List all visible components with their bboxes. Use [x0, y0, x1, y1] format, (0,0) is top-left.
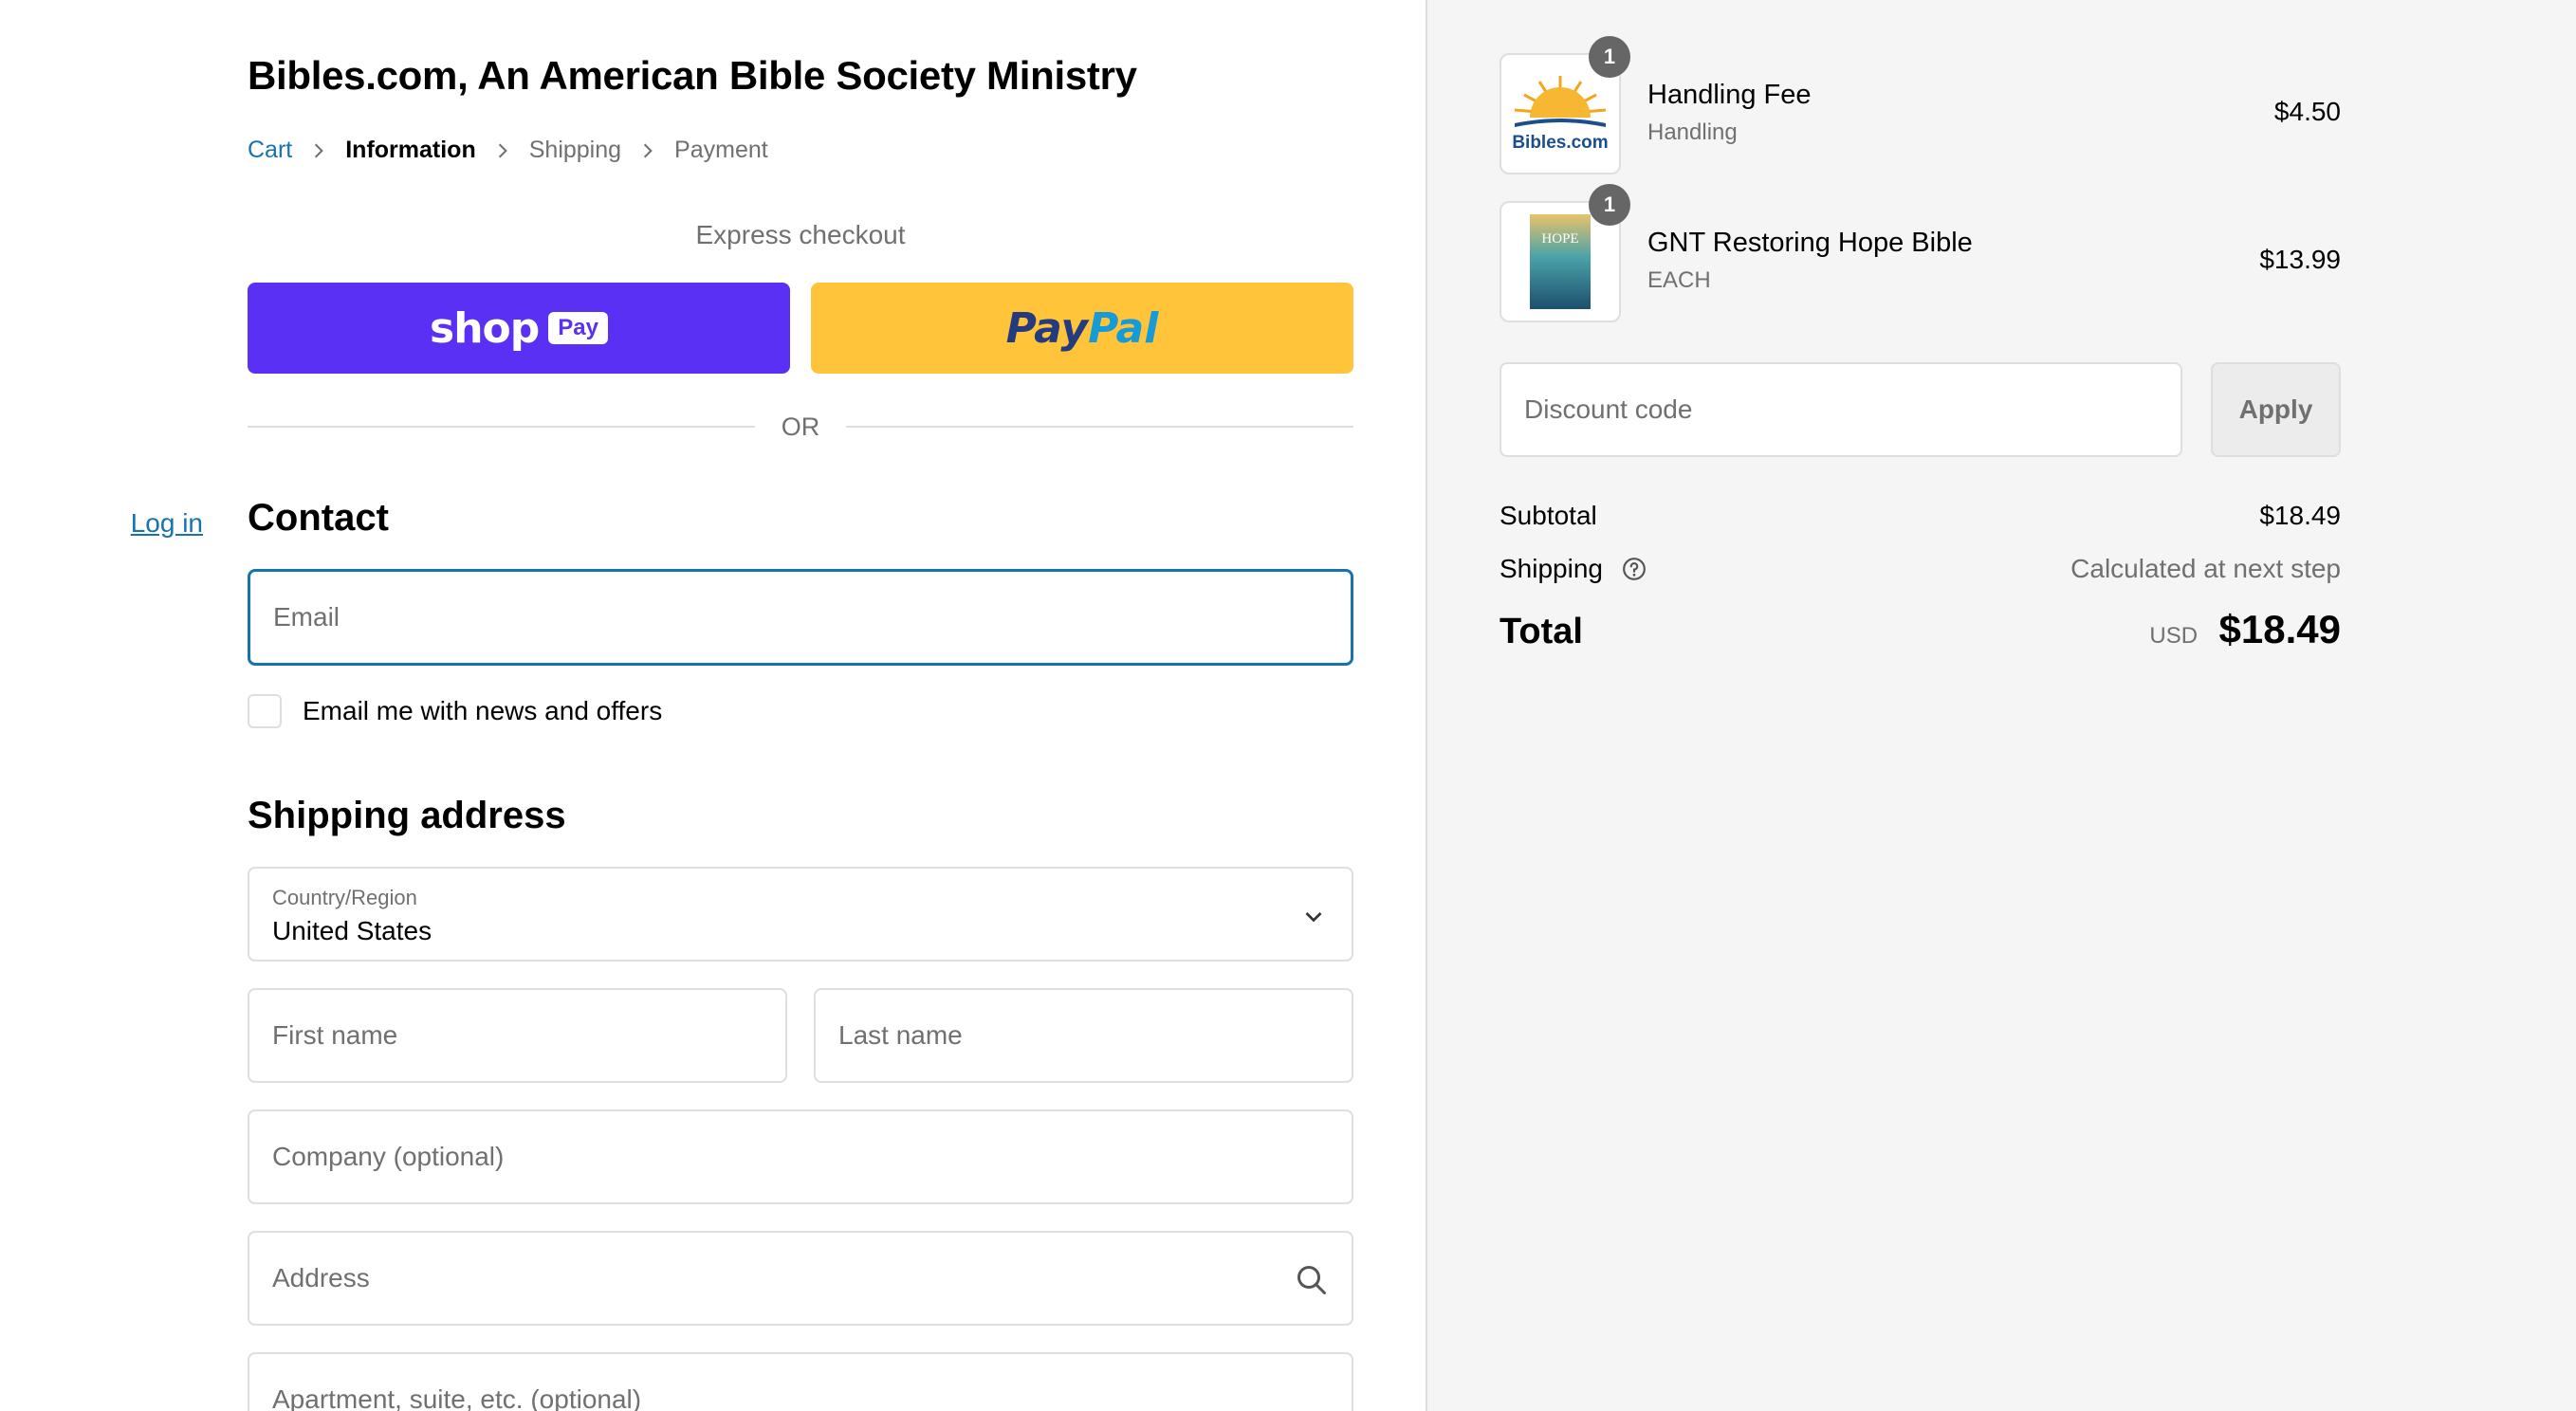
- address-input[interactable]: [249, 1233, 1352, 1324]
- chevron-right-icon: [292, 142, 345, 159]
- email-input[interactable]: [250, 572, 1351, 663]
- company-input[interactable]: [249, 1111, 1352, 1202]
- breadcrumb: Cart Information Shipping Payment: [248, 137, 768, 164]
- thumb-logo-text: Bibles.com: [1512, 133, 1609, 153]
- total-value: $18.49: [2218, 607, 2341, 651]
- paypal-logo-pal: Pal: [1088, 303, 1159, 353]
- login-link[interactable]: Log in: [131, 508, 203, 539]
- order-item: Bibles.com 1 Handling Fee Handling $4.50: [1500, 36, 2341, 174]
- quantity-badge: 1: [1589, 184, 1630, 226]
- item-variant: Handling: [1647, 119, 1738, 145]
- last-name-input[interactable]: [816, 990, 1352, 1081]
- breadcrumb-payment: Payment: [674, 137, 768, 163]
- country-label: Country/Region: [272, 886, 417, 909]
- apply-button[interactable]: Apply: [2211, 362, 2341, 457]
- discount-field[interactable]: [1500, 362, 2182, 457]
- apartment-input[interactable]: [249, 1354, 1352, 1411]
- item-price: $13.99: [2259, 245, 2341, 274]
- quantity-badge: 1: [1589, 36, 1630, 78]
- item-price: $4.50: [2273, 97, 2341, 126]
- company-field[interactable]: [248, 1109, 1353, 1204]
- shop-pay-badge: Pay: [548, 312, 608, 344]
- total-label: Total: [1500, 612, 1583, 651]
- order-item: HOPE 1 GNT Restoring Hope Bible EACH $13…: [1500, 184, 2341, 322]
- address-field[interactable]: [248, 1231, 1353, 1326]
- search-icon: [1297, 1266, 1326, 1294]
- email-field[interactable]: [248, 569, 1353, 666]
- last-name-field[interactable]: [814, 988, 1353, 1083]
- currency-code: USD: [2149, 623, 2199, 649]
- checkout-main: Bibles.com, An American Bible Society Mi…: [0, 0, 1426, 1411]
- item-thumbnail: HOPE 1: [1500, 184, 1630, 322]
- paypal-logo-pay: Pay: [1005, 303, 1089, 353]
- subtotal-row: Subtotal $18.49: [1500, 501, 2341, 531]
- shipping-value: Calculated at next step: [2070, 554, 2341, 583]
- subtotal-value: $18.49: [2259, 501, 2341, 530]
- chevron-right-icon: [621, 142, 674, 159]
- newsletter-option[interactable]: Email me with news and offers: [248, 694, 662, 728]
- divider-line: [846, 426, 1353, 428]
- thumb-cover-text: HOPE: [1541, 231, 1579, 247]
- paypal-button[interactable]: Pay Pal: [811, 283, 1353, 374]
- shipping-row: Shipping Calculated at next step: [1500, 554, 2341, 584]
- item-name: Handling Fee: [1647, 80, 1812, 110]
- express-checkout-label: Express checkout: [695, 220, 906, 249]
- newsletter-label[interactable]: Email me with news and offers: [303, 696, 662, 726]
- country-value: United States: [272, 916, 432, 945]
- help-icon[interactable]: [1622, 557, 1647, 581]
- first-name-field[interactable]: [248, 988, 787, 1083]
- discount-input[interactable]: [1501, 364, 2180, 455]
- divider-line: [248, 426, 755, 428]
- apartment-field[interactable]: [248, 1352, 1353, 1411]
- newsletter-checkbox[interactable]: [248, 694, 282, 728]
- country-select[interactable]: Country/Region United States: [248, 867, 1353, 962]
- shipping-label: Shipping: [1500, 554, 1603, 583]
- chevron-right-icon: [476, 142, 529, 159]
- chevron-down-icon: [1305, 912, 1322, 923]
- or-text: OR: [781, 412, 820, 441]
- breadcrumb-cart[interactable]: Cart: [248, 137, 292, 164]
- breadcrumb-shipping: Shipping: [528, 137, 622, 163]
- shop-pay-button[interactable]: shop Pay: [248, 283, 790, 374]
- or-divider: OR: [248, 408, 1353, 446]
- item-thumbnail: Bibles.com 1: [1500, 36, 1630, 174]
- first-name-input[interactable]: [249, 990, 785, 1081]
- shipping-address-heading: Shipping address: [248, 795, 566, 836]
- total-row: Total USD $18.49: [1500, 607, 2341, 652]
- subtotal-label: Subtotal: [1500, 501, 1597, 530]
- shop-logo-text: shop: [430, 303, 540, 353]
- shop-title: Bibles.com, An American Bible Society Mi…: [248, 53, 1137, 98]
- item-name: GNT Restoring Hope Bible: [1647, 228, 1973, 258]
- item-variant: EACH: [1647, 267, 1711, 293]
- breadcrumb-information: Information: [345, 137, 476, 163]
- contact-heading: Contact: [248, 497, 389, 539]
